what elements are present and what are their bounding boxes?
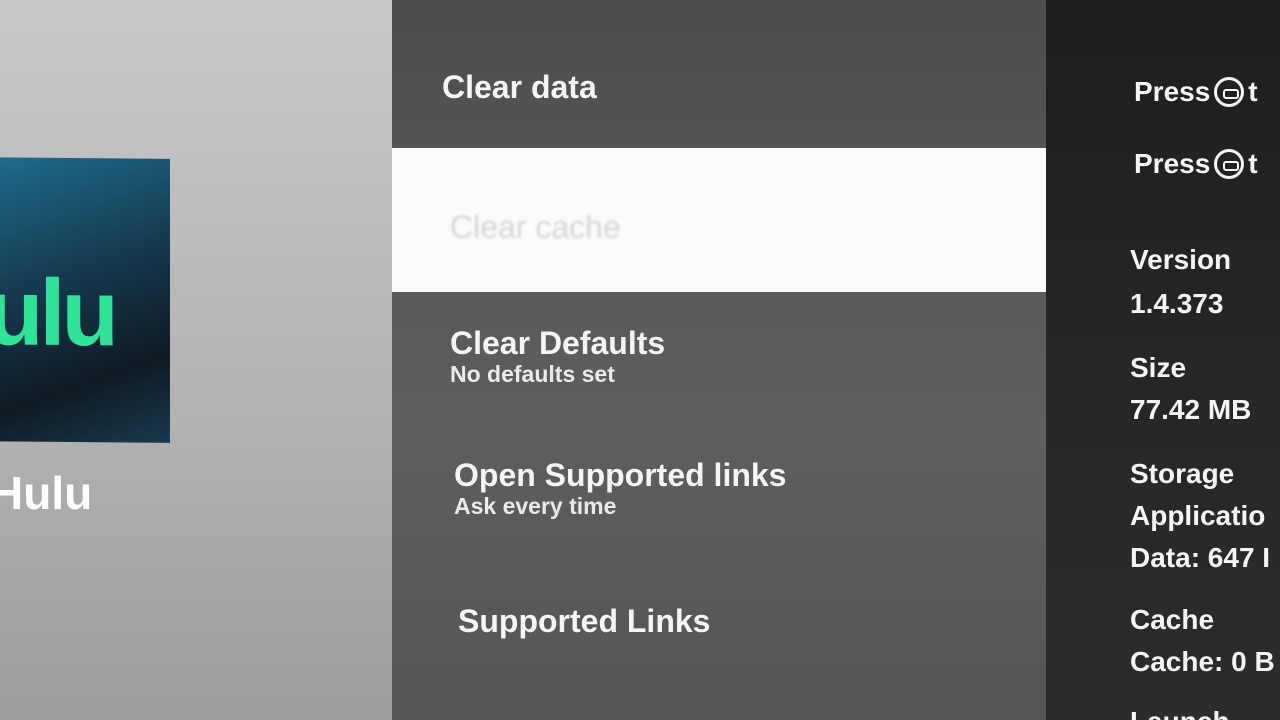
menu-item-title: Open Supported links xyxy=(454,457,787,493)
hint-suffix: t xyxy=(1248,148,1258,179)
menu-item-clear-cache-selected[interactable]: Clear cache xyxy=(392,148,1046,292)
app-info-panel: Press t Press t Version 1.4.373 Size 77.… xyxy=(1046,0,1280,720)
launch-label: Launch xyxy=(1130,708,1230,720)
remote-hint-1: Press t xyxy=(1134,76,1258,108)
storage-data: Data: 647 I xyxy=(1130,542,1271,573)
menu-item-title: Clear cache xyxy=(450,209,621,245)
menu-item-supported-links[interactable]: Supported Links xyxy=(392,603,1112,639)
remote-button-icon xyxy=(1214,77,1245,107)
hint-text: Press xyxy=(1134,76,1211,107)
menu-item-title: Clear data xyxy=(442,69,597,105)
app-options-menu: Clear data Clear cache Clear Defaults No… xyxy=(392,0,1046,720)
hulu-logo: ulu xyxy=(0,259,115,366)
size-label: Size xyxy=(1130,352,1187,383)
version-value: 1.4.373 xyxy=(1130,288,1224,319)
menu-item-open-supported-links[interactable]: Open Supported links Ask every time xyxy=(392,457,1108,521)
menu-item-clear-defaults[interactable]: Clear Defaults No defaults set xyxy=(392,325,1104,389)
version-label: Version xyxy=(1130,244,1232,275)
app-preview-panel: ulu Hulu xyxy=(0,0,400,720)
app-name: Hulu xyxy=(0,467,93,519)
menu-item-title: Clear Defaults xyxy=(450,325,666,361)
size-value: 77.42 MB xyxy=(1130,394,1252,425)
menu-item-subtitle: Ask every time xyxy=(454,493,617,520)
storage-application: Applicatio xyxy=(1130,500,1266,531)
storage-label: Storage xyxy=(1130,458,1235,489)
hint-text: Press xyxy=(1134,148,1211,179)
menu-item-clear-data[interactable]: Clear data xyxy=(392,69,1096,105)
app-tile-image: ulu xyxy=(0,157,170,443)
cache-label: Cache xyxy=(1130,604,1215,635)
remote-button-icon xyxy=(1214,149,1245,179)
cache-value: Cache: 0 B xyxy=(1130,646,1275,677)
remote-hint-2: Press t xyxy=(1134,148,1258,180)
menu-item-title: Supported Links xyxy=(458,603,711,639)
menu-item-subtitle: No defaults set xyxy=(450,361,615,388)
hint-suffix: t xyxy=(1248,76,1258,107)
